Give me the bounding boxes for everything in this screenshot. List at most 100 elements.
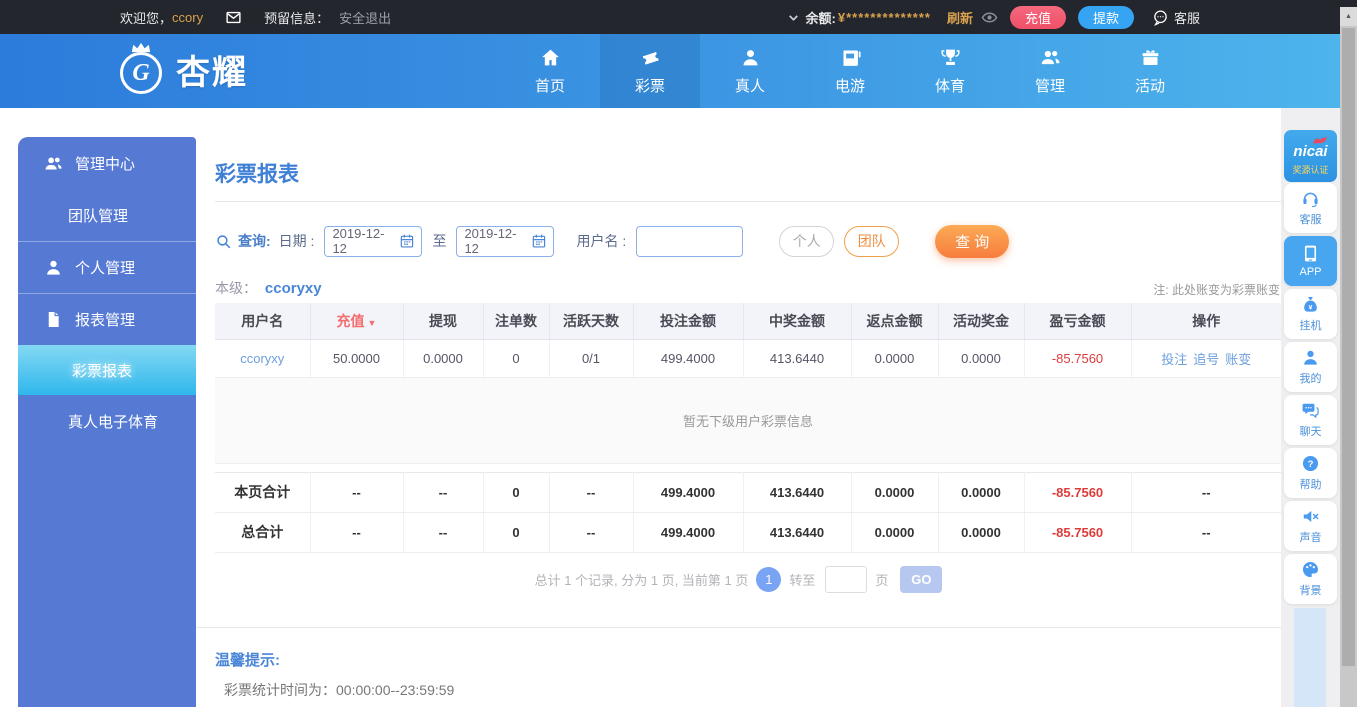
widget-my-account[interactable]: 我的	[1284, 342, 1337, 392]
calendar-icon	[531, 233, 547, 249]
message-envelope-icon[interactable]	[225, 9, 242, 26]
logo-emblem-icon: G	[118, 42, 168, 94]
row-actions: 投注 追号 账变	[1131, 339, 1281, 378]
col-actions: 操作	[1131, 303, 1281, 340]
reserved-info-label: 预留信息：	[264, 10, 330, 26]
goto-label: 转至	[789, 573, 816, 588]
sidebar-item-lottery-report[interactable]: 彩票报表	[18, 345, 196, 395]
sidebar-item-team-management[interactable]: 团队管理	[18, 189, 196, 241]
widget-auto-bet[interactable]: ¥ 挂机	[1284, 289, 1337, 339]
users-icon	[1041, 50, 1059, 65]
scrollbar-thumb[interactable]	[1342, 28, 1355, 666]
money-bag-icon: ¥	[1304, 296, 1317, 312]
level-username-link[interactable]: ccoryxy	[265, 280, 322, 297]
nav-item-egames[interactable]: 电游	[800, 34, 900, 108]
date-to-picker[interactable]: 2019-12-12	[456, 225, 555, 257]
customer-service-link[interactable]: 客服	[1152, 8, 1200, 27]
lottery-report-table: 用户名 充值 ▼ 提现 注单数 活跃天数 投注金额 中奖金额 返点金额 活动奖金 …	[215, 303, 1281, 553]
withdraw-button[interactable]: 提款	[1077, 5, 1134, 29]
table-row: ccoryxy 50.0000 0.0000 0 0/1 499.4000 41…	[215, 339, 1281, 378]
action-chase-link[interactable]: 追号	[1193, 352, 1219, 367]
app-root: 欢迎您， ccory 预留信息： 安全退出 余额: ¥ ************…	[0, 0, 1357, 707]
page-unit-label: 页	[875, 573, 889, 588]
page-total-row: 本页合计 -- -- 0 -- 499.4000 413.6440 0.0000…	[215, 471, 1281, 513]
search-button[interactable]: 查 询	[935, 224, 1010, 258]
to-label: 至	[432, 233, 447, 249]
widget-background[interactable]: 背景	[1284, 554, 1337, 604]
sidebar-item-live-esports[interactable]: 真人电子体育	[18, 395, 196, 447]
date-from-picker[interactable]: 2019-12-12	[324, 225, 423, 257]
gift-icon	[1142, 50, 1158, 65]
nav-item-sports[interactable]: 体育	[900, 34, 1000, 108]
sidebar-item-personal-management[interactable]: 个人管理	[18, 241, 196, 293]
sidebar-item-management-center[interactable]: 管理中心	[18, 137, 196, 189]
balance-label: 余额:	[805, 10, 836, 26]
widget-sound[interactable]: 声音	[1284, 501, 1337, 551]
username-input[interactable]	[636, 225, 744, 257]
username-label: 用户名 :	[576, 233, 627, 249]
sort-desc-icon: ▼	[367, 317, 377, 328]
question-icon: ?	[1302, 455, 1319, 472]
logout-link[interactable]: 安全退出	[339, 8, 391, 27]
table-note: 注: 此处账变为彩票账变	[1153, 283, 1280, 297]
row-bet-count: 0	[483, 339, 550, 378]
widget-help[interactable]: ? 帮助	[1284, 448, 1337, 498]
widget-customer-service[interactable]: 客服	[1284, 183, 1337, 233]
sidebar-menu: 管理中心 团队管理 个人管理 报表管理 彩票报表 真人电子体育	[18, 137, 196, 707]
col-rebate-amount: 返点金额	[851, 303, 939, 340]
prize-certification-badge[interactable]: nicai 奖源认证	[1284, 130, 1337, 182]
action-account-change-link[interactable]: 账变	[1225, 352, 1251, 367]
level-label: 本级：	[215, 280, 257, 296]
col-activity-bonus: 活动奖金	[938, 303, 1025, 340]
sidebar-item-report-management[interactable]: 报表管理	[18, 293, 196, 345]
scrollbar-up-arrow[interactable]: ▲	[1340, 7, 1357, 26]
grand-total-row: 总合计 -- -- 0 -- 499.4000 413.6440 0.0000 …	[215, 511, 1281, 553]
headset-icon	[1303, 192, 1318, 208]
pagination-bar: 总计 1 个记录, 分为 1 页, 当前第 1 页 1 转至 页 GO	[196, 566, 1281, 593]
file-icon	[48, 311, 59, 328]
personal-filter-button[interactable]: 个人	[779, 225, 835, 257]
action-bets-link[interactable]: 投注	[1161, 352, 1187, 367]
nav-menu: 首页 彩票 真人 电游 体育 管理 活动	[500, 34, 1200, 108]
row-win-amount: 413.6440	[743, 339, 852, 378]
nav-item-promotions[interactable]: 活动	[1100, 34, 1200, 108]
person-icon	[47, 260, 60, 275]
service-label: 客服	[1173, 10, 1200, 26]
col-withdraw: 提现	[403, 303, 484, 340]
chevron-down-icon[interactable]	[787, 11, 800, 24]
tips-title: 温馨提示:	[215, 652, 280, 669]
show-balance-eye-icon[interactable]	[981, 9, 998, 26]
table-header-row: 用户名 充值 ▼ 提现 注单数 活跃天数 投注金额 中奖金额 返点金额 活动奖金 …	[215, 303, 1281, 340]
team-filter-button[interactable]: 团队	[844, 225, 900, 257]
refresh-balance-button[interactable]: 刷新	[947, 8, 973, 27]
row-bet-amount: 499.4000	[633, 339, 744, 378]
nav-item-lottery[interactable]: 彩票	[600, 34, 700, 108]
row-username-link[interactable]: ccoryxy	[240, 351, 284, 366]
page-title: 彩票报表	[215, 163, 299, 186]
brand-logo[interactable]: G 杏耀	[118, 42, 248, 94]
row-profit-loss: -85.7560	[1024, 339, 1132, 378]
balance-currency: ¥	[837, 9, 847, 25]
row-bonus: 0.0000	[938, 339, 1025, 378]
trophy-icon	[940, 49, 960, 65]
widget-chat[interactable]: 聊天	[1284, 395, 1337, 445]
person-icon	[1304, 350, 1317, 365]
nav-item-management[interactable]: 管理	[1000, 34, 1100, 108]
balance-group: 余额: ¥ **************	[787, 8, 931, 27]
query-label: 查询:	[238, 233, 271, 249]
widget-app-download[interactable]: APP	[1284, 236, 1337, 286]
col-win-amount: 中奖金额	[743, 303, 852, 340]
vertical-scrollbar[interactable]: ▲	[1340, 0, 1357, 707]
svg-text:?: ?	[1308, 459, 1314, 470]
title-divider	[215, 201, 1281, 202]
col-active-days: 活跃天数	[549, 303, 634, 340]
goto-page-input[interactable]	[825, 566, 868, 593]
nav-item-home[interactable]: 首页	[500, 34, 600, 108]
nav-item-live[interactable]: 真人	[700, 34, 800, 108]
recharge-button[interactable]: 充值	[1009, 5, 1066, 29]
page-number-button[interactable]: 1	[756, 567, 782, 592]
person-icon	[743, 50, 757, 66]
col-recharge-sortable[interactable]: 充值 ▼	[310, 303, 404, 340]
empty-message-row: 暂无下级用户彩票信息	[215, 377, 1281, 464]
goto-page-go-button[interactable]: GO	[900, 566, 943, 593]
